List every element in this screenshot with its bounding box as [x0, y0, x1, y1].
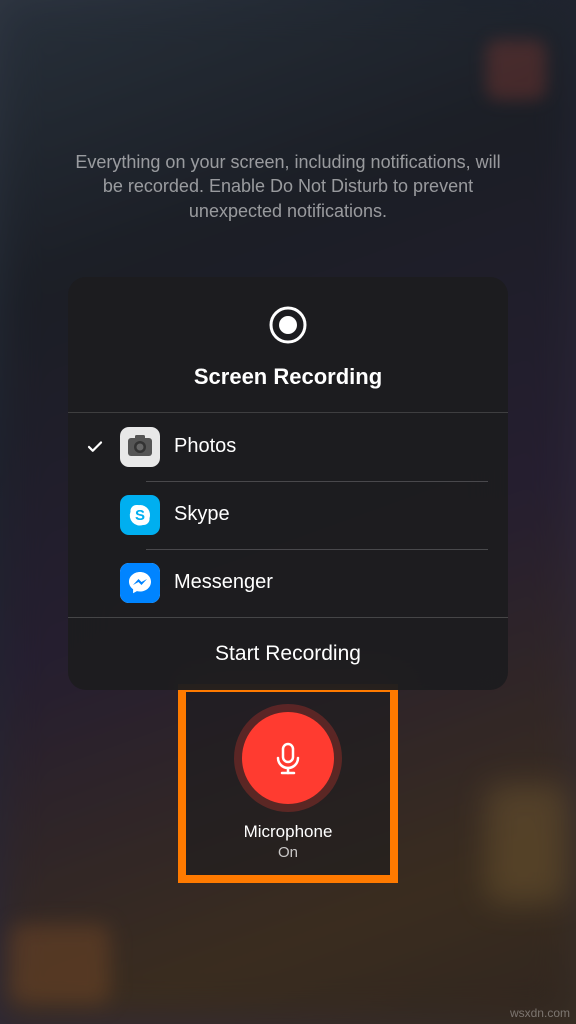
photos-icon	[120, 427, 160, 467]
messenger-icon	[120, 563, 160, 603]
svg-text:S: S	[135, 507, 145, 524]
record-icon	[268, 305, 308, 350]
app-item-label: Photos	[174, 435, 236, 458]
watermark: wsxdn.com	[510, 1006, 570, 1020]
microphone-toggle[interactable]: Microphone On	[178, 684, 398, 883]
checkmark-icon	[84, 438, 106, 456]
microphone-label: Microphone	[244, 822, 333, 842]
panel-title: Screen Recording	[194, 364, 382, 390]
microphone-status: On	[278, 844, 298, 861]
microphone-icon	[242, 712, 334, 804]
panel-header: Screen Recording	[68, 277, 508, 412]
app-item-label: Skype	[174, 503, 230, 526]
app-item-skype[interactable]: S Skype	[68, 481, 508, 549]
app-item-messenger[interactable]: Messenger	[68, 549, 508, 617]
app-list: Photos S Skype	[68, 412, 508, 617]
screen-recording-panel: Screen Recording Photos	[68, 277, 508, 690]
info-text: Everything on your screen, including not…	[68, 150, 508, 223]
app-item-photos[interactable]: Photos	[68, 413, 508, 481]
skype-icon: S	[120, 495, 160, 535]
app-item-label: Messenger	[174, 571, 273, 594]
start-recording-button[interactable]: Start Recording	[68, 617, 508, 690]
